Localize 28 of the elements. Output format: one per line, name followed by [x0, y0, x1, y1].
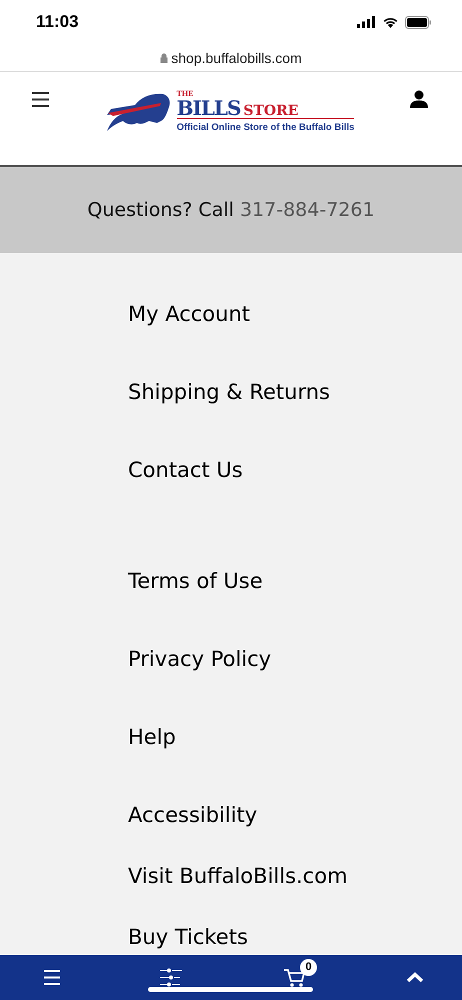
- account-button[interactable]: [410, 90, 428, 108]
- menu-link[interactable]: Privacy Policy: [128, 645, 462, 673]
- url-text[interactable]: shop.buffalobills.com: [171, 50, 302, 66]
- logo-bills: BILLS: [176, 98, 240, 118]
- menu-link[interactable]: Terms of Use: [128, 567, 462, 595]
- menu-link[interactable]: Buy Tickets: [128, 923, 462, 951]
- status-time: 11:03: [36, 12, 79, 32]
- signal-icon: [357, 16, 376, 28]
- logo-the: THE: [176, 90, 194, 98]
- filter-button[interactable]: [160, 968, 184, 988]
- menu-button[interactable]: [32, 92, 49, 107]
- menu-link[interactable]: Shipping & Returns: [128, 378, 462, 406]
- cart-button[interactable]: 0: [284, 958, 317, 988]
- phone-link[interactable]: 317-884-7261: [240, 199, 375, 221]
- menu-link[interactable]: My Account: [128, 300, 462, 328]
- contact-text: Questions? Call 317-884-7261: [87, 199, 375, 221]
- scroll-top-button[interactable]: [406, 972, 424, 983]
- menu-button[interactable]: [44, 970, 60, 985]
- logo-store: STORE: [243, 104, 298, 118]
- logo-tagline: Official Online Store of the Buffalo Bills: [176, 122, 354, 133]
- cart-count: 0: [300, 958, 317, 976]
- lock-icon: [160, 52, 168, 62]
- wifi-icon: [382, 16, 399, 28]
- menu-link[interactable]: Contact Us: [128, 456, 462, 484]
- menu-link[interactable]: Visit BuffaloBills.com: [128, 862, 462, 890]
- menu-link[interactable]: Accessibility: [128, 801, 462, 829]
- battery-icon: [405, 16, 432, 28]
- menu-link[interactable]: Help: [128, 723, 462, 751]
